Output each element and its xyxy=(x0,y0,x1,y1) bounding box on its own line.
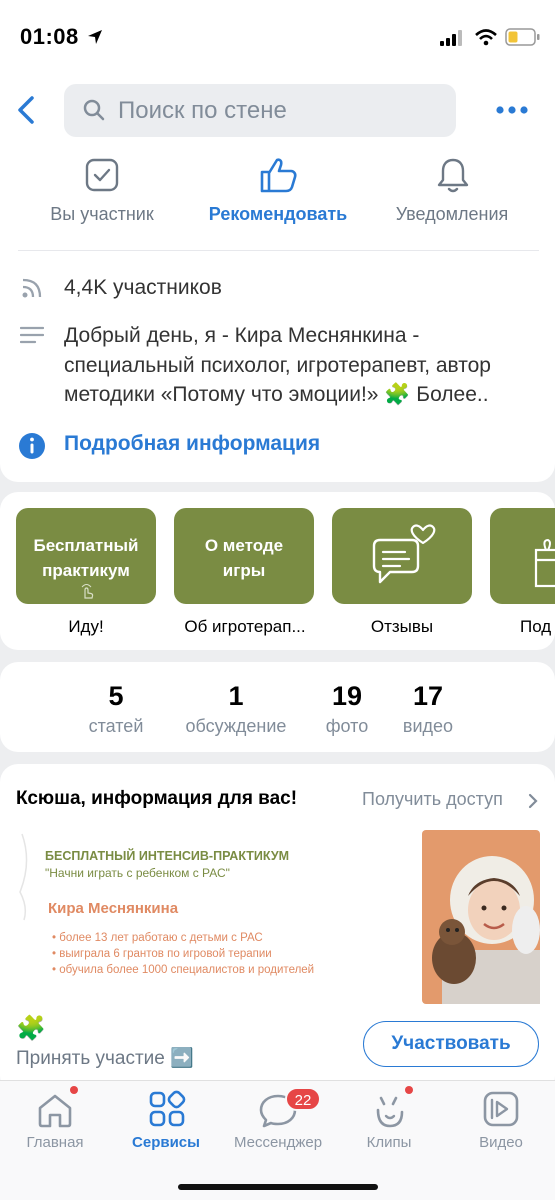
tile-title-line: практикум xyxy=(42,561,130,580)
messenger-badge: 22 xyxy=(285,1087,321,1111)
message-heart-icon xyxy=(372,524,436,584)
counter-value: 19 xyxy=(331,681,363,711)
tab-home[interactable]: Главная xyxy=(0,1134,110,1151)
members-count: 4,4K участников xyxy=(64,276,222,299)
tab-clips[interactable]: Клипы xyxy=(334,1134,444,1151)
counter-label[interactable]: фото xyxy=(312,716,382,737)
info-icon xyxy=(19,433,45,459)
location-arrow-icon xyxy=(88,30,102,44)
puzzle-icon: 🧩 xyxy=(16,1015,46,1042)
tap-hand-icon xyxy=(81,584,94,599)
tab-services[interactable]: Сервисы xyxy=(111,1134,221,1151)
tile-caption: Отзывы xyxy=(370,617,434,636)
counter-value: 17 xyxy=(412,681,444,711)
participate-text: Принять участие ➡️ xyxy=(16,1048,194,1069)
member-status-button[interactable]: Вы участник xyxy=(22,204,182,225)
search-icon xyxy=(83,99,105,121)
tile-title-line: Бесплатный xyxy=(33,536,139,555)
banner-name: Кира Меснянкина xyxy=(48,900,179,917)
gift-icon xyxy=(534,538,555,588)
tab-messenger[interactable]: Мессенджер xyxy=(223,1134,333,1151)
tile-title-line: игры xyxy=(222,561,266,580)
search-placeholder: Поиск по стене xyxy=(118,97,287,124)
decorative-line xyxy=(19,833,28,921)
back-arrow-icon[interactable] xyxy=(12,92,40,128)
banner-bullet: • обучила более 1000 специалистов и роди… xyxy=(52,964,315,976)
banner-bullet-text: выиграла 6 грантов по игровой терапии xyxy=(59,948,272,960)
recommend-button[interactable]: Рекомендовать xyxy=(193,204,363,225)
tile-caption: Под xyxy=(520,617,552,636)
wifi-icon xyxy=(475,29,497,46)
get-access-link[interactable]: Получить доступ xyxy=(362,789,503,810)
chevron-right-icon xyxy=(528,793,538,809)
tile-title-line: О методе xyxy=(204,536,284,555)
more-info-link[interactable]: Подробная информация xyxy=(64,432,320,456)
author-photo xyxy=(422,830,540,1004)
counter-label[interactable]: статей xyxy=(66,716,166,737)
video-icon[interactable] xyxy=(482,1090,520,1128)
promo-title: Ксюша, информация для вас! xyxy=(16,788,298,809)
banner-heading: БЕСПЛАТНЫЙ ИНТЕНСИВ-ПРАКТИКУМ xyxy=(45,849,290,863)
battery-icon xyxy=(505,28,540,46)
checkbox-icon[interactable] xyxy=(85,158,119,192)
description-line: методики «Потому что эмоции!» 🧩 Более.. xyxy=(64,383,489,406)
banner-bullet: • более 13 лет работаю с детьми с РАС xyxy=(52,932,263,944)
more-dots-icon[interactable] xyxy=(495,96,529,124)
description-lines-icon xyxy=(20,326,44,344)
clips-notification-dot xyxy=(405,1086,413,1094)
participate-button[interactable]: Участвовать xyxy=(363,1021,539,1067)
tile-gift[interactable] xyxy=(490,508,555,604)
cellular-signal-icon xyxy=(440,30,462,46)
tile-about-method[interactable]: О методе игры xyxy=(174,508,314,604)
notifications-button[interactable]: Уведомления xyxy=(377,204,527,225)
clips-icon[interactable] xyxy=(372,1092,408,1130)
tile-caption: Об игротерап... xyxy=(184,617,306,636)
thumbs-up-icon[interactable] xyxy=(258,156,298,194)
status-bar xyxy=(0,0,555,78)
counter-label[interactable]: видео xyxy=(392,716,464,737)
banner-bullet: • выиграла 6 грантов по игровой терапии xyxy=(52,948,272,960)
status-time: 01:08 xyxy=(20,24,79,49)
tile-reviews[interactable] xyxy=(332,508,472,604)
banner-bullet-text: обучила более 1000 специалистов и родите… xyxy=(59,964,315,976)
banner-bullet-text: более 13 лет работаю с детьми с РАС xyxy=(59,932,263,944)
group-description[interactable]: Добрый день, я - Кира Меснянкина - специ… xyxy=(64,321,544,410)
home-notification-dot xyxy=(70,1086,78,1094)
home-icon[interactable] xyxy=(36,1092,74,1128)
counter-value: 5 xyxy=(108,681,124,711)
bell-icon[interactable] xyxy=(435,156,471,194)
description-line: специальный психолог, игротерапевт, авто… xyxy=(64,353,491,377)
tab-video[interactable]: Видео xyxy=(446,1134,555,1151)
rss-feed-icon xyxy=(22,278,42,298)
counter-value: 1 xyxy=(228,681,244,711)
divider xyxy=(18,250,539,251)
services-icon[interactable] xyxy=(148,1090,186,1128)
tile-caption: Иду! xyxy=(68,617,104,636)
home-indicator xyxy=(178,1184,378,1190)
counter-label[interactable]: обсуждение xyxy=(176,716,296,737)
banner-subheading: "Начни играть с ребенком с РАС" xyxy=(45,866,230,880)
description-line: Добрый день, я - Кира Меснянкина - xyxy=(64,324,420,347)
